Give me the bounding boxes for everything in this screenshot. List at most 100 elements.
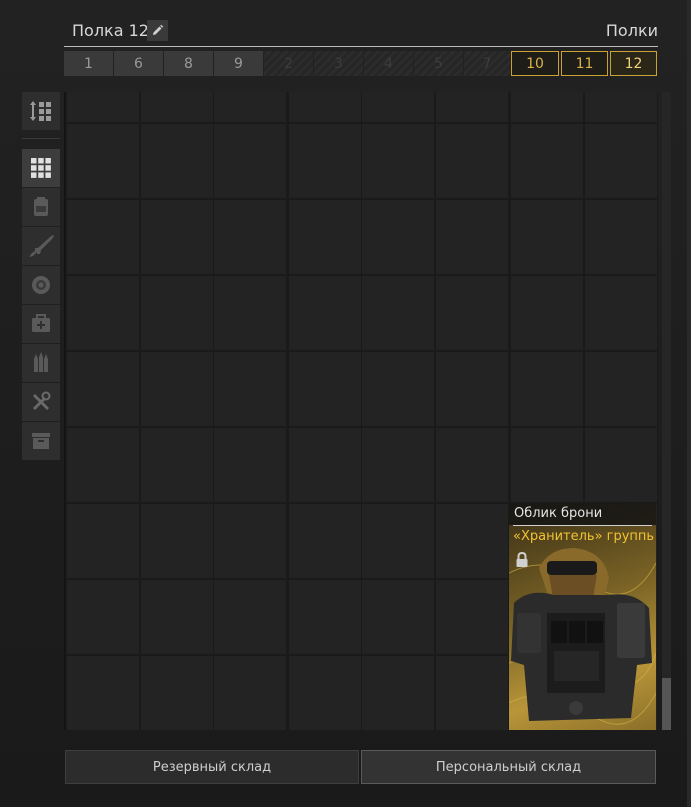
shelf-tab-5[interactable]: 5 (414, 51, 463, 76)
grid-scrollbar[interactable] (662, 92, 671, 730)
grid-cell[interactable] (214, 428, 286, 502)
shelf-tab-4[interactable]: 4 (364, 51, 413, 76)
grid-cell[interactable] (362, 124, 434, 198)
medkit-icon (32, 314, 50, 332)
grid-cell[interactable] (436, 276, 508, 350)
grid-cell[interactable] (436, 656, 508, 730)
shelf-tab-11[interactable]: 11 (561, 51, 608, 76)
filter-misc-button[interactable] (22, 422, 60, 460)
grid-cell[interactable] (141, 504, 213, 578)
filter-tools-button[interactable] (22, 383, 60, 421)
grid-cell[interactable] (289, 656, 361, 730)
filter-weapons-button[interactable] (22, 227, 60, 265)
shelf-tabs: 1 6 8 9 2 3 4 5 7 10 11 12 (64, 51, 658, 76)
filter-medical-button[interactable] (22, 305, 60, 343)
grid-cell[interactable] (214, 276, 286, 350)
grid-cell[interactable] (67, 200, 139, 274)
grid-cell[interactable] (436, 92, 508, 122)
grid-cell[interactable] (585, 352, 657, 426)
scroll-thumb[interactable] (662, 678, 671, 730)
shelf-tab-6[interactable]: 6 (114, 51, 163, 76)
grid-cell[interactable] (585, 92, 657, 122)
rifle-icon (29, 235, 54, 257)
grid-cell[interactable] (362, 200, 434, 274)
grid-cell[interactable] (214, 124, 286, 198)
personal-storage-tab[interactable]: Персональный склад (361, 750, 656, 784)
filter-ammo-button[interactable] (22, 344, 60, 382)
grid-cell[interactable] (436, 200, 508, 274)
reserve-storage-tab[interactable]: Резервный склад (65, 750, 359, 784)
shelf-tab-2[interactable]: 2 (264, 51, 313, 76)
grid-cell[interactable] (67, 656, 139, 730)
grid-cell[interactable] (362, 352, 434, 426)
grid-cell[interactable] (362, 428, 434, 502)
shelf-tab-1[interactable]: 1 (64, 51, 113, 76)
grid-cell[interactable] (67, 580, 139, 654)
shelf-tab-10[interactable]: 10 (511, 51, 559, 76)
armor-skin-item[interactable]: Облик брони «Хранитель» группы .. (509, 503, 656, 730)
item-name: «Хранитель» группы .. (513, 529, 654, 544)
grid-cell[interactable] (141, 580, 213, 654)
grid-cell[interactable] (289, 580, 361, 654)
grid-cell[interactable] (141, 276, 213, 350)
grid-cell[interactable] (436, 124, 508, 198)
grid-cell[interactable] (141, 352, 213, 426)
grid-cell[interactable] (141, 124, 213, 198)
grid-cell[interactable] (511, 200, 583, 274)
backpack-icon (34, 197, 48, 216)
grid-cell[interactable] (436, 580, 508, 654)
grid-cell[interactable] (436, 428, 508, 502)
grid-cell[interactable] (585, 124, 657, 198)
filter-backpacks-button[interactable] (22, 188, 60, 226)
grid-cell[interactable] (289, 200, 361, 274)
rename-shelf-button[interactable] (147, 20, 168, 41)
grid-cell[interactable] (289, 124, 361, 198)
shelf-tab-12[interactable]: 12 (610, 51, 657, 76)
grid-cell[interactable] (67, 504, 139, 578)
grid-cell[interactable] (214, 352, 286, 426)
grid-cell[interactable] (289, 504, 361, 578)
grid-cell[interactable] (511, 124, 583, 198)
grid-cell[interactable] (141, 92, 213, 122)
grid-cell[interactable] (141, 656, 213, 730)
all-items-grid-icon (31, 158, 51, 178)
grid-cell[interactable] (436, 504, 508, 578)
shelf-tab-9[interactable]: 9 (214, 51, 263, 76)
grid-cell[interactable] (511, 352, 583, 426)
grid-cell[interactable] (289, 92, 361, 122)
grid-cell[interactable] (511, 92, 583, 122)
grid-cell[interactable] (141, 200, 213, 274)
grid-cell[interactable] (289, 276, 361, 350)
filter-armor-button[interactable] (22, 266, 60, 304)
grid-cell[interactable] (214, 92, 286, 122)
shelves-button[interactable]: Полки (606, 21, 658, 40)
shelf-tab-7[interactable]: 7 (464, 51, 510, 76)
grid-cell[interactable] (67, 124, 139, 198)
grid-cell[interactable] (585, 276, 657, 350)
shelf-tab-3[interactable]: 3 (314, 51, 363, 76)
grid-cell[interactable] (214, 580, 286, 654)
sort-button[interactable] (22, 92, 60, 130)
grid-cell[interactable] (585, 428, 657, 502)
grid-cell[interactable] (511, 276, 583, 350)
grid-cell[interactable] (141, 428, 213, 502)
grid-cell[interactable] (214, 200, 286, 274)
filter-all-button[interactable] (22, 149, 60, 187)
grid-cell[interactable] (362, 580, 434, 654)
grid-cell[interactable] (67, 276, 139, 350)
grid-cell[interactable] (362, 656, 434, 730)
grid-cell[interactable] (214, 504, 286, 578)
grid-cell[interactable] (585, 200, 657, 274)
grid-cell[interactable] (289, 428, 361, 502)
grid-cell[interactable] (289, 352, 361, 426)
grid-cell[interactable] (362, 92, 434, 122)
grid-cell[interactable] (67, 352, 139, 426)
grid-cell[interactable] (362, 276, 434, 350)
grid-cell[interactable] (511, 428, 583, 502)
grid-cell[interactable] (67, 92, 139, 122)
shelf-tab-8[interactable]: 8 (164, 51, 213, 76)
grid-cell[interactable] (214, 656, 286, 730)
grid-cell[interactable] (67, 428, 139, 502)
grid-cell[interactable] (362, 504, 434, 578)
grid-cell[interactable] (436, 352, 508, 426)
